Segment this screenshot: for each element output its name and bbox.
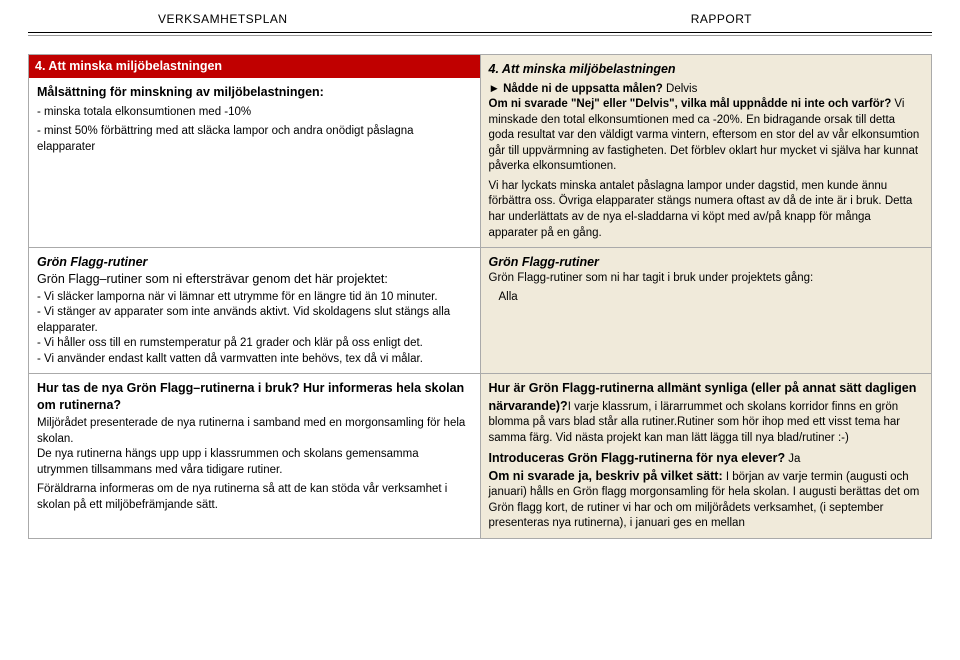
report-section-4-title: 4. Att minska miljöbelastningen — [489, 61, 924, 78]
plan-impl-p3: Föräldrarna informeras om de nya rutiner… — [37, 482, 472, 513]
rule-top — [28, 32, 932, 33]
plan-section-4-title: 4. Att minska miljöbelastningen — [29, 55, 480, 78]
plan-goal-1: - minska totala elkonsumtionen med -10% — [37, 105, 472, 121]
report-why-answer-2: Vi har lyckats minska antalet påslagna l… — [489, 179, 924, 241]
report-visibility: Hur är Grön Flagg-rutinerna allmänt synl… — [489, 380, 924, 446]
rule-mid — [28, 35, 932, 36]
plan-implementation: Hur tas de nya Grön Flagg–rutinerna i br… — [29, 374, 481, 539]
report-q-reached: ► Nådde ni de uppsatta målen? — [489, 83, 663, 95]
plan-routine-3: - Vi håller oss till en rumstemperatur p… — [37, 336, 472, 352]
report-goal-question: ► Nådde ni de uppsatta målen? Delvis — [489, 82, 924, 98]
report-intro-ans: Ja — [785, 453, 800, 465]
header-right: RAPPORT — [691, 12, 752, 26]
plan-goal-label: Målsättning för minskning av miljöbelast… — [37, 84, 472, 101]
report-intro-how: Om ni svarade ja, beskriv på vilket sätt… — [489, 468, 924, 532]
report-routines-sub: Grön Flagg-rutiner som ni har tagit i br… — [489, 271, 924, 287]
report-implementation: Hur är Grön Flagg-rutinerna allmänt synl… — [481, 374, 933, 539]
plan-routines-title: Grön Flagg-rutiner — [37, 254, 472, 271]
plan-routine-2: - Vi stänger av apparater som inte använ… — [37, 305, 472, 336]
report-intro-how-q: Om ni svarade ja, beskriv på vilket sätt… — [489, 469, 723, 483]
plan-impl-p1: Miljörådet presenterade de nya rutinerna… — [37, 416, 472, 447]
report-section-4: 4. Att minska miljöbelastningen ► Nådde … — [481, 55, 933, 248]
page-header: VERKSAMHETSPLAN RAPPORT — [28, 12, 932, 26]
report-routines-title: Grön Flagg-rutiner — [489, 254, 924, 271]
plan-routine-1: - Vi släcker lamporna när vi lämnar ett … — [37, 290, 472, 306]
report-intro-new: Introduceras Grön Flagg-rutinerna för ny… — [489, 450, 924, 468]
report-routines-answer: Alla — [499, 290, 924, 306]
plan-routine-4: - Vi använder endast kallt vatten då var… — [37, 352, 472, 368]
plan-impl-p2: De nya rutinerna hängs upp upp i klassru… — [37, 447, 472, 478]
plan-impl-q: Hur tas de nya Grön Flagg–rutinerna i br… — [37, 380, 472, 414]
report-q-reached-ans: Delvis — [663, 83, 698, 95]
header-left: VERKSAMHETSPLAN — [158, 12, 288, 26]
plan-goal-2: - minst 50% förbättring med att släcka l… — [37, 124, 472, 155]
report-q-why: Om ni svarade "Nej" eller "Delvis", vilk… — [489, 98, 892, 110]
report-intro-q: Introduceras Grön Flagg-rutinerna för ny… — [489, 451, 786, 465]
plan-routines-sub: Grön Flagg–rutiner som ni eftersträvar g… — [37, 271, 472, 288]
content-table: 4. Att minska miljöbelastningen Målsättn… — [28, 54, 932, 539]
plan-routines: Grön Flagg-rutiner Grön Flagg–rutiner so… — [29, 248, 481, 374]
report-routines: Grön Flagg-rutiner Grön Flagg-rutiner so… — [481, 248, 933, 374]
plan-section-4: 4. Att minska miljöbelastningen Målsättn… — [29, 55, 481, 248]
report-followup-block: Om ni svarade "Nej" eller "Delvis", vilk… — [489, 97, 924, 175]
